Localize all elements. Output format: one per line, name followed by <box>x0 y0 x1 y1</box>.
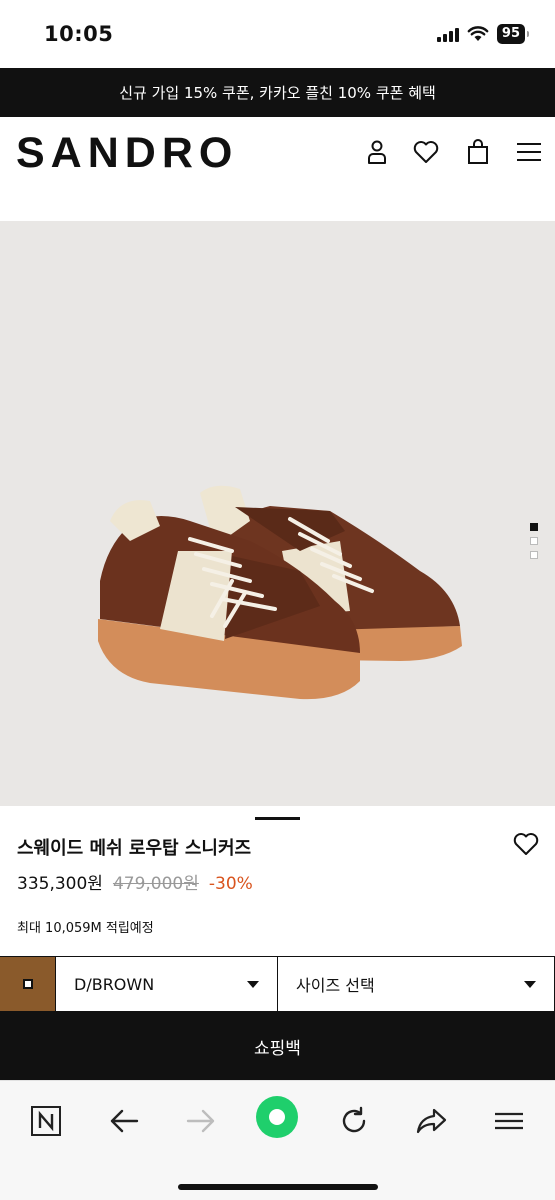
status-time: 10:05 <box>44 22 114 46</box>
sale-price: 335,300원 <box>17 874 103 894</box>
product-options: D/BROWN 사이즈 선택 <box>0 956 555 1012</box>
site-header: SANDRO <box>0 117 555 221</box>
discount-rate: -30% <box>208 874 253 894</box>
browser-toolbar <box>0 1080 555 1200</box>
carousel-dot[interactable] <box>530 551 538 559</box>
chevron-down-icon <box>524 980 536 988</box>
green-dot-icon[interactable] <box>255 1095 299 1139</box>
carousel-dots[interactable] <box>530 523 538 559</box>
chevron-down-icon <box>247 980 259 988</box>
size-select-placeholder: 사이즈 선택 <box>296 976 375 995</box>
swatch-marker <box>22 979 33 989</box>
product-name: 스웨이드 메쉬 로우탑 스니커즈 <box>17 838 252 859</box>
price-row: 335,300원 479,000원 -30% <box>17 869 253 894</box>
menu-icon[interactable] <box>514 137 544 167</box>
carousel-dot[interactable] <box>530 523 538 531</box>
status-icons: 95 <box>436 24 530 44</box>
product-wishlist-button[interactable] <box>513 832 539 858</box>
reward-points: 최대 10,059M 적립예정 <box>17 921 154 936</box>
color-swatch[interactable] <box>0 957 56 1011</box>
original-price: 479,000원 <box>112 874 199 894</box>
image-progress-indicator <box>255 817 300 820</box>
promo-banner[interactable]: 신규 가입 15% 쿠폰, 카카오 플친 10% 쿠폰 혜택 <box>0 68 555 117</box>
size-select[interactable]: 사이즈 선택 <box>278 957 555 1011</box>
wifi-icon <box>467 26 489 41</box>
heart-icon <box>513 833 539 855</box>
cart-icon[interactable] <box>463 137 493 167</box>
color-select-value: D/BROWN <box>74 974 155 994</box>
carousel-dot[interactable] <box>530 537 538 545</box>
product-image[interactable] <box>0 221 555 806</box>
battery-icon: 95 <box>496 24 530 44</box>
home-indicator <box>178 1184 378 1190</box>
naver-icon[interactable] <box>24 1099 68 1143</box>
status-bar: 10:05 95 <box>0 0 555 68</box>
share-icon[interactable] <box>409 1099 453 1143</box>
add-to-cart-button[interactable]: 쇼핑백 <box>0 1012 555 1080</box>
brand-logo[interactable]: SANDRO <box>16 129 238 178</box>
forward-arrow-icon[interactable] <box>179 1099 223 1143</box>
sneakers-image <box>98 485 462 700</box>
menu-icon[interactable] <box>487 1099 531 1143</box>
refresh-icon[interactable] <box>332 1099 376 1143</box>
add-to-cart-label: 쇼핑백 <box>254 1038 301 1059</box>
back-arrow-icon[interactable] <box>102 1099 146 1143</box>
color-select[interactable]: D/BROWN <box>56 957 278 1011</box>
account-icon[interactable] <box>362 137 392 167</box>
signal-icon <box>436 26 459 42</box>
wishlist-icon[interactable] <box>411 137 441 167</box>
promo-text: 신규 가입 15% 쿠폰, 카카오 플친 10% 쿠폰 혜택 <box>119 84 436 102</box>
